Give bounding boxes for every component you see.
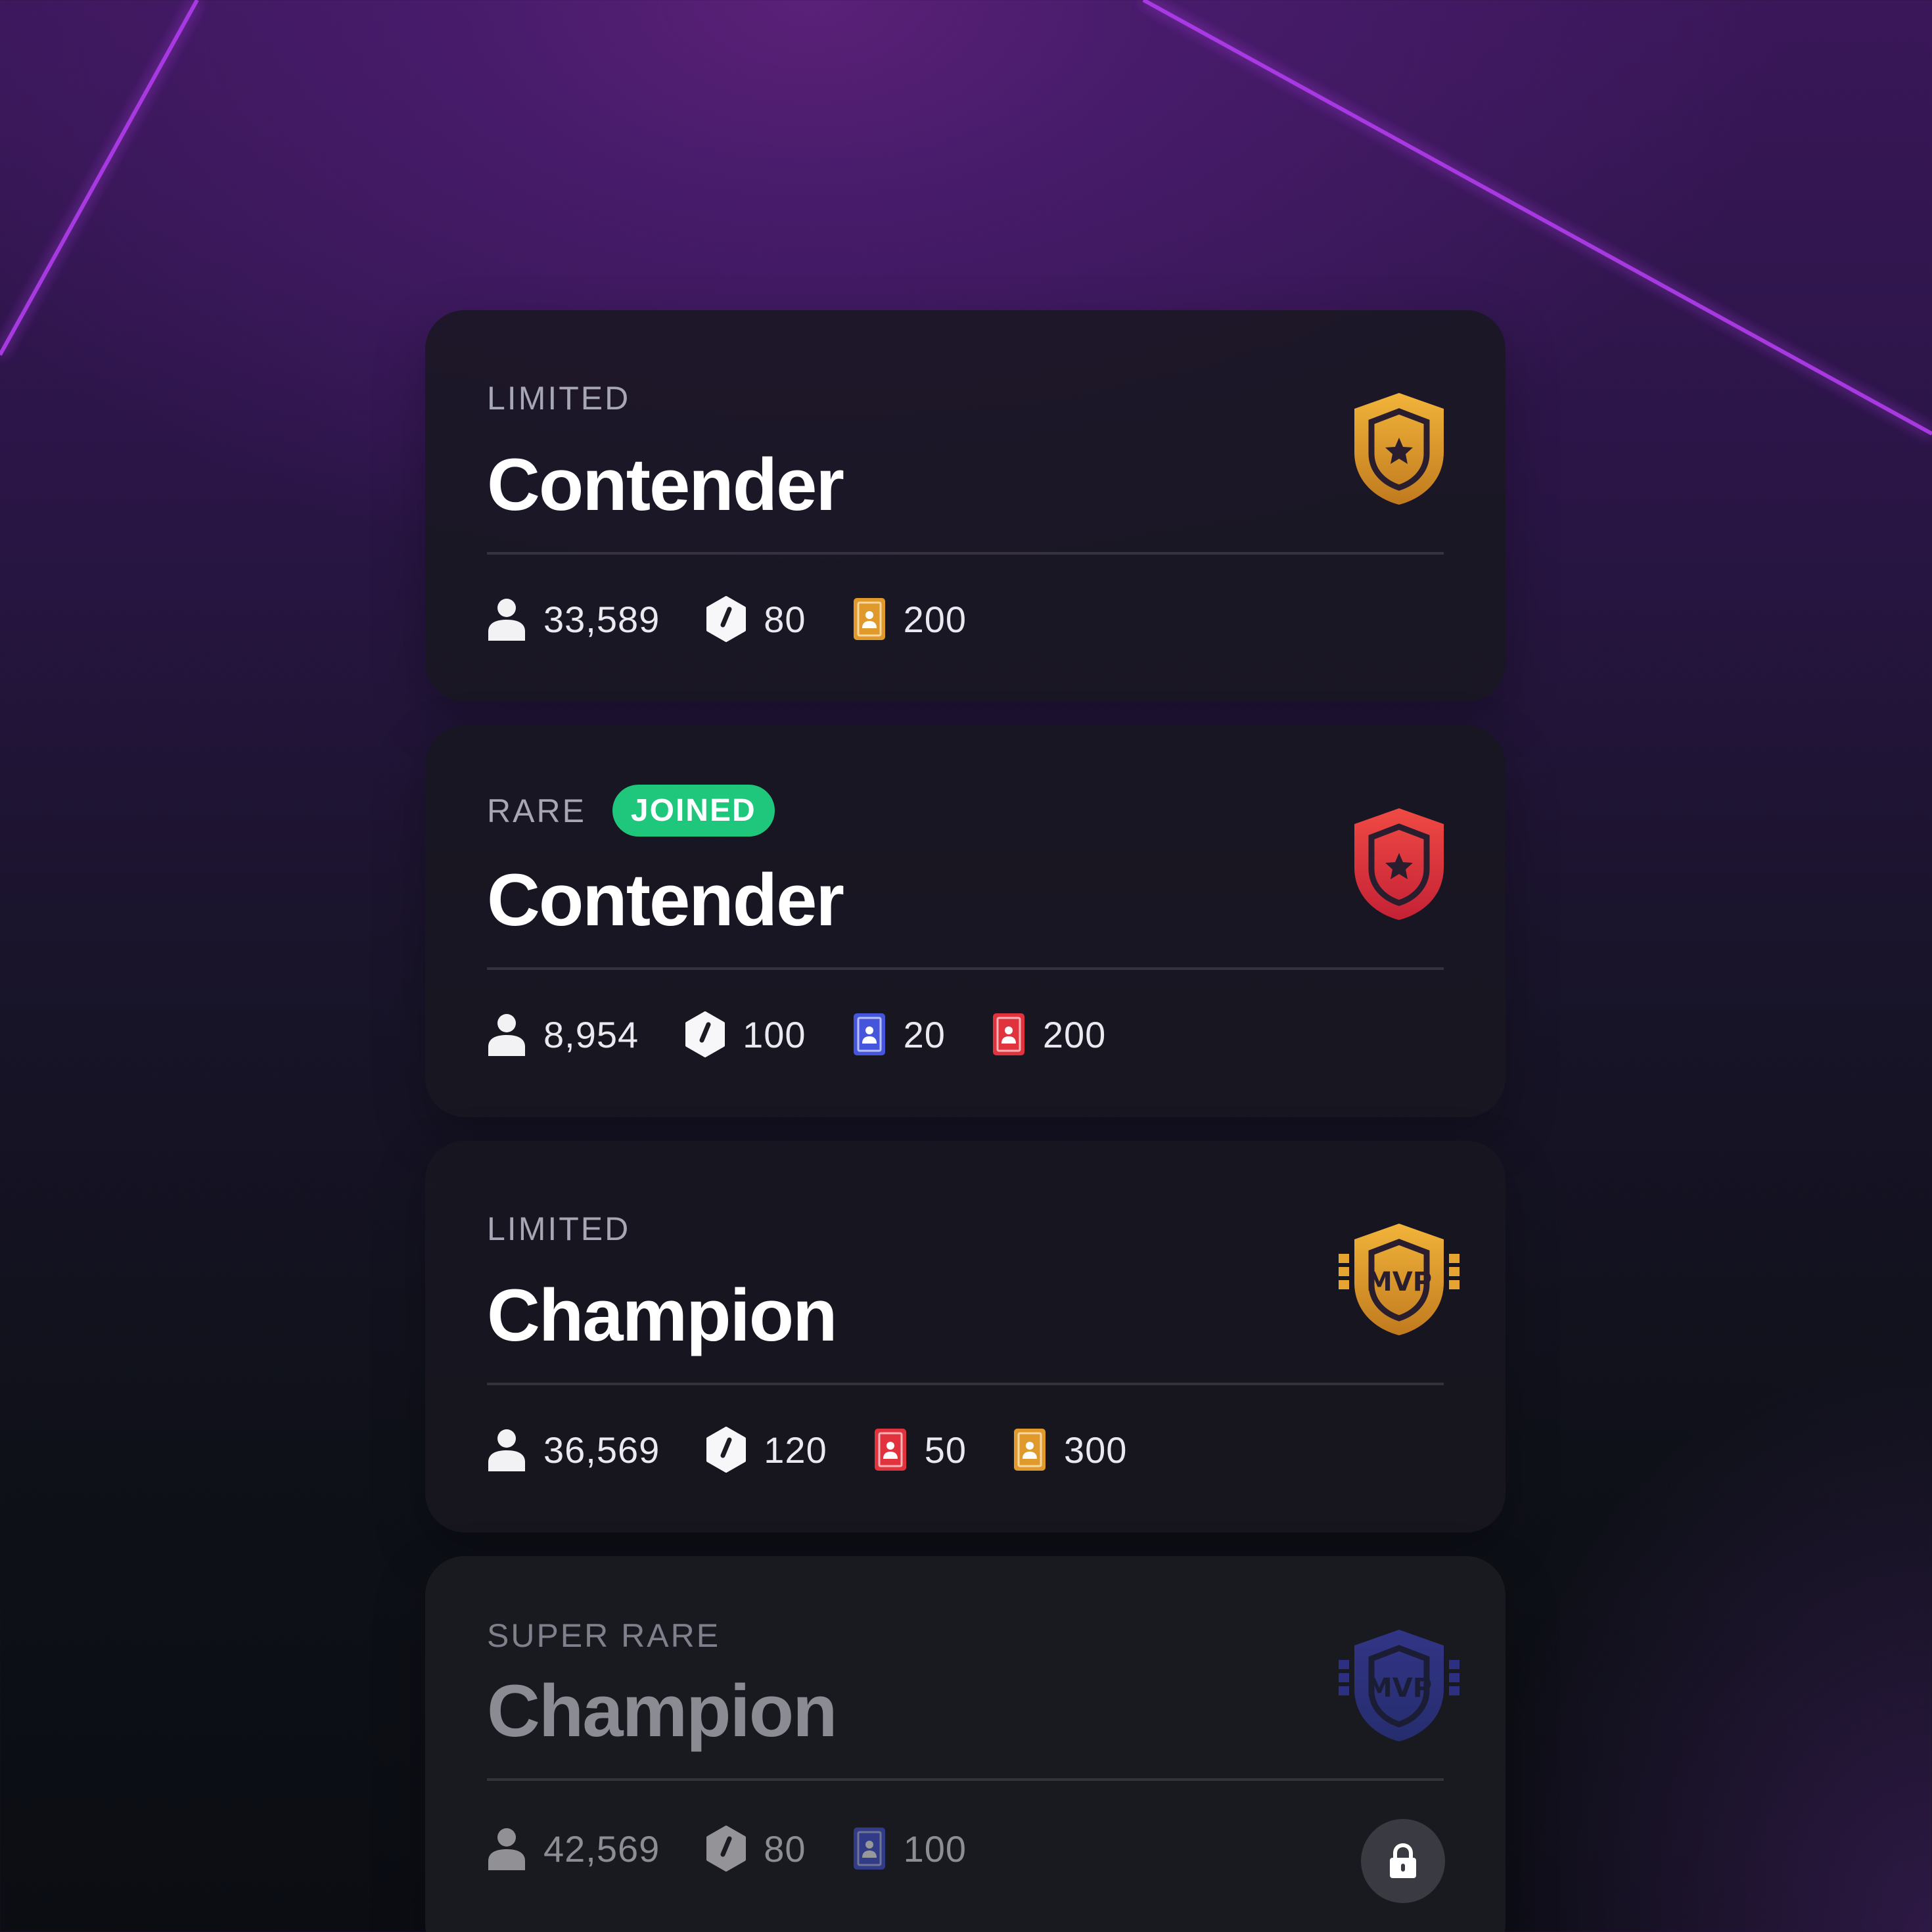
emblem-mvp-text: MVP [1366, 1673, 1432, 1703]
stat-value: 33,589 [543, 598, 660, 640]
user-icon [488, 599, 525, 641]
card-stats: 36,569 120 50 300 [487, 1420, 1444, 1479]
card-header: RARE JOINED Contender [487, 725, 1444, 937]
contest-title: Champion [487, 1274, 838, 1356]
card-header: LIMITED Contender [487, 310, 1444, 522]
card-divider [487, 1383, 1444, 1385]
joined-badge: JOINED [612, 785, 775, 837]
stat-hexagon: 80 [706, 1826, 806, 1872]
stat-participants: 36,569 [487, 1428, 660, 1471]
gold-star-shield-icon [1354, 393, 1444, 505]
red-card-icon [874, 1429, 906, 1471]
user-icon [488, 1014, 525, 1056]
card-divider [487, 967, 1444, 970]
contest-card-limited-contender[interactable]: LIMITED Contender 33,589 80 200 [425, 310, 1506, 702]
lock-icon [1390, 1843, 1416, 1878]
stat-card-blue: 20 [852, 1012, 946, 1057]
stat-value: 8,954 [543, 1013, 639, 1055]
stat-participants: 42,569 [487, 1827, 660, 1870]
tier-label: RARE [487, 792, 586, 829]
tier-label: LIMITED [487, 1210, 631, 1247]
tier-label-row: LIMITED [487, 379, 630, 417]
stat-hexagon: 120 [706, 1427, 827, 1473]
card-header: SUPER RARE Champion [487, 1556, 1444, 1748]
lock-button[interactable] [1361, 1819, 1445, 1903]
contest-card-limited-champion[interactable]: LIMITED Champion MVP 36,569 120 50 300 [425, 1141, 1506, 1532]
contest-card-super-rare-champion[interactable]: SUPER RARE Champion MVP 42,569 80 100 [425, 1556, 1506, 1932]
user-icon [488, 1429, 525, 1471]
tier-label-row: LIMITED [487, 1210, 630, 1248]
stat-card-blue: 100 [852, 1826, 967, 1871]
hexagon-icon [685, 1011, 725, 1057]
user-icon [488, 1828, 525, 1870]
stat-card-red: 50 [873, 1427, 967, 1472]
red-card-icon [992, 1013, 1024, 1055]
stat-value: 80 [764, 598, 806, 640]
tier-label-row: SUPER RARE [487, 1617, 720, 1655]
blue-card-icon [853, 1013, 885, 1055]
card-stats: 42,569 80 100 [487, 1819, 1444, 1878]
contest-title: Contender [487, 444, 844, 526]
stat-hexagon: 80 [706, 596, 806, 642]
emblem-mvp-text: MVP [1366, 1267, 1432, 1297]
gold-card-icon [1014, 1429, 1046, 1471]
card-stats: 8,954 100 20 200 [487, 1005, 1444, 1064]
stat-value: 80 [764, 1828, 806, 1870]
card-header: LIMITED Champion [487, 1141, 1444, 1352]
stat-participants: 8,954 [487, 1013, 639, 1056]
card-divider [487, 1778, 1444, 1781]
stat-value: 100 [903, 1828, 967, 1870]
tier-label: LIMITED [487, 380, 631, 417]
tier-label-row: RARE JOINED [487, 785, 775, 837]
stat-value: 200 [1042, 1013, 1107, 1055]
contest-title: Champion [487, 1670, 838, 1752]
contest-card-rare-contender[interactable]: RARE JOINED Contender 8,954 100 20 200 [425, 725, 1506, 1117]
blue-mvp-shield-icon: MVP [1339, 1630, 1460, 1741]
stat-value: 100 [743, 1013, 806, 1055]
stat-value: 200 [903, 598, 967, 640]
contest-title: Contender [487, 859, 844, 941]
gold-mvp-shield-icon: MVP [1339, 1224, 1460, 1335]
tier-label: SUPER RARE [487, 1617, 721, 1654]
hexagon-icon [706, 1826, 747, 1872]
stat-value: 300 [1064, 1429, 1128, 1471]
stat-hexagon: 100 [685, 1011, 806, 1057]
blue-card-icon [853, 1828, 885, 1870]
stat-card-gold: 300 [1013, 1427, 1127, 1472]
stat-card-gold: 200 [852, 597, 967, 641]
stat-value: 42,569 [543, 1828, 660, 1870]
stat-card-red: 200 [992, 1012, 1106, 1057]
hexagon-icon [706, 1427, 747, 1473]
card-divider [487, 552, 1444, 555]
card-stats: 33,589 80 200 [487, 589, 1444, 649]
stat-value: 36,569 [543, 1429, 660, 1471]
red-star-shield-icon [1354, 808, 1444, 920]
hexagon-icon [706, 596, 747, 642]
gold-card-icon [853, 598, 885, 640]
stat-value: 20 [903, 1013, 946, 1055]
stat-value: 50 [924, 1429, 967, 1471]
stat-participants: 33,589 [487, 597, 660, 641]
stat-value: 120 [764, 1429, 827, 1471]
